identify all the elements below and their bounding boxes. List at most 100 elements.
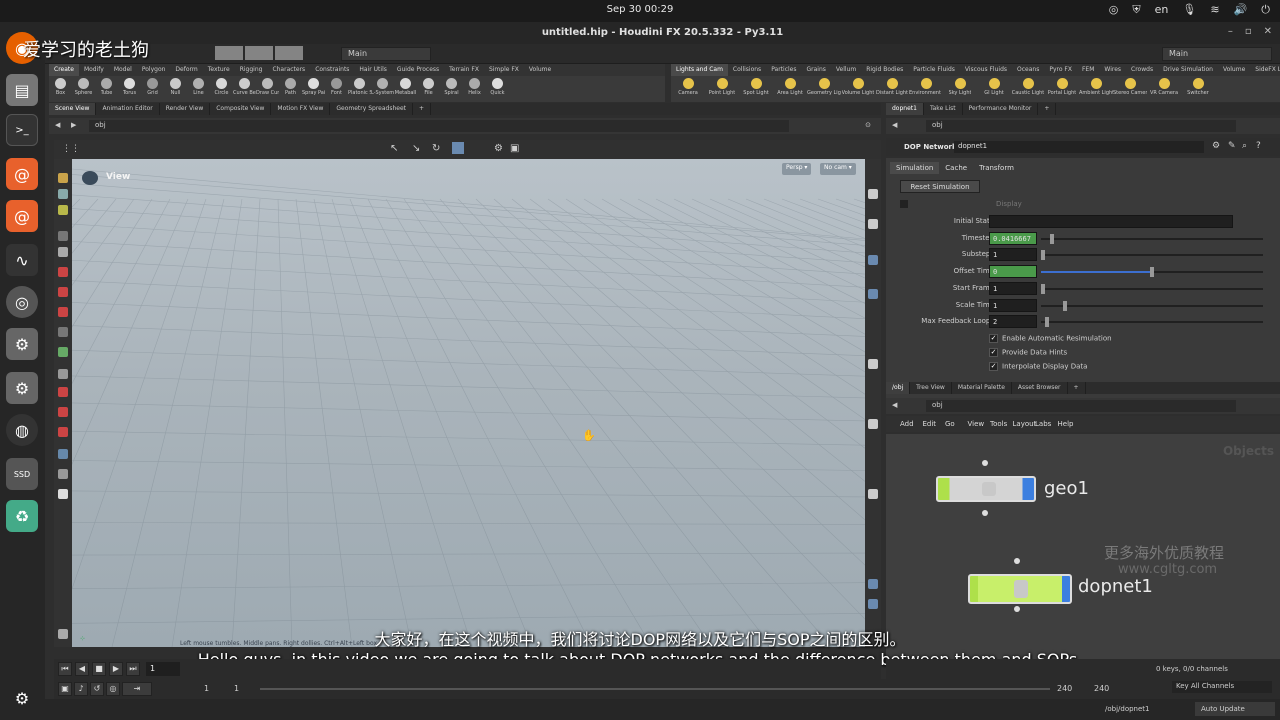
display-checkbox[interactable] bbox=[900, 200, 908, 208]
param-slider-timestep[interactable] bbox=[1041, 233, 1263, 244]
params-back-icon[interactable]: ◀ bbox=[892, 121, 897, 129]
pane-tab-performance-monitor[interactable]: Performance Monitor bbox=[963, 103, 1039, 115]
shelf-tab-modify[interactable]: Modify bbox=[79, 64, 109, 76]
grid-menu-icon[interactable]: ⋮⋮ bbox=[62, 144, 80, 154]
tool-line[interactable]: Line bbox=[187, 76, 210, 102]
help-icon[interactable]: ? bbox=[1256, 141, 1261, 151]
shelf-tab-hair-utils[interactable]: Hair Utils bbox=[354, 64, 391, 76]
loop-button[interactable]: ↺ bbox=[90, 682, 104, 696]
shelf-tab-polygon[interactable]: Polygon bbox=[137, 64, 171, 76]
camera-menu[interactable]: No cam ▾ bbox=[820, 163, 856, 175]
play-reverse-button[interactable]: ◀ bbox=[75, 662, 89, 676]
minimize-icon[interactable]: – bbox=[1228, 26, 1233, 37]
geo1-node[interactable] bbox=[936, 476, 1036, 502]
shelf-tab-volume[interactable]: Volume bbox=[524, 64, 556, 76]
shield-icon[interactable]: ⛨ bbox=[1132, 3, 1140, 17]
bone-icon[interactable] bbox=[58, 449, 68, 459]
slider-knob[interactable] bbox=[1062, 300, 1067, 311]
shelf-tab-rigid-bodies[interactable]: Rigid Bodies bbox=[861, 64, 908, 76]
shelf-tab-texture[interactable]: Texture bbox=[203, 64, 235, 76]
eye-icon[interactable] bbox=[58, 629, 68, 639]
select-mode-icon[interactable] bbox=[58, 189, 68, 199]
display-icon[interactable] bbox=[868, 189, 878, 199]
magnet-icon[interactable] bbox=[58, 287, 68, 297]
param-value-scale-time[interactable]: 1 bbox=[989, 298, 1037, 312]
tool-quick[interactable]: Quick bbox=[486, 76, 509, 102]
snapshot-icon[interactable]: ▣ bbox=[510, 143, 519, 154]
shelf-tab-grains[interactable]: Grains bbox=[801, 64, 830, 76]
tool-tube[interactable]: Tube bbox=[95, 76, 118, 102]
param-slider-scale-time[interactable] bbox=[1041, 300, 1263, 311]
geo1-output-dot[interactable] bbox=[982, 510, 988, 516]
shelf-tab-rigging[interactable]: Rigging bbox=[235, 64, 268, 76]
subtab-simulation[interactable]: Simulation bbox=[890, 162, 940, 174]
geo-view-icon[interactable] bbox=[868, 599, 878, 609]
camera-icon[interactable]: ⚙ bbox=[494, 143, 503, 154]
tool-helix[interactable]: Helix bbox=[463, 76, 486, 102]
menu-go[interactable]: Go bbox=[945, 420, 955, 428]
obs-icon[interactable]: ◍ bbox=[6, 414, 38, 446]
pane-tab-dopnet1[interactable]: dopnet1 bbox=[886, 103, 924, 115]
tool-distant-light[interactable]: Distant Light bbox=[875, 76, 909, 102]
checkbox-interpolate-display-data[interactable]: ✓ Interpolate Display Data bbox=[989, 362, 1087, 371]
maximize-icon[interactable]: ▫ bbox=[1245, 26, 1252, 37]
subtab-transform[interactable]: Transform bbox=[973, 162, 1020, 174]
param-slider-substeps[interactable] bbox=[1041, 250, 1263, 261]
audio-button[interactable]: ♪ bbox=[74, 682, 88, 696]
volume-icon[interactable]: 🔊 bbox=[1234, 3, 1248, 17]
shelf-tab-drive-simulation[interactable]: Drive Simulation bbox=[1158, 64, 1218, 76]
key-all-channels-dropdown[interactable]: Key All Channels bbox=[1172, 681, 1272, 693]
param-value-substeps[interactable]: 1 bbox=[989, 248, 1037, 262]
tool-area-light[interactable]: Area Light bbox=[773, 76, 807, 102]
language-indicator[interactable]: en bbox=[1155, 3, 1169, 17]
shelf-tab-create[interactable]: Create bbox=[49, 64, 79, 76]
tool-stereo-camera[interactable]: Stereo Camera bbox=[1113, 76, 1147, 102]
stop-button[interactable]: ■ bbox=[92, 662, 106, 676]
ghost-icon[interactable] bbox=[868, 359, 878, 369]
tool-ambient-light[interactable]: Ambient Light bbox=[1079, 76, 1113, 102]
reset-simulation-button[interactable]: Reset Simulation bbox=[900, 180, 980, 193]
shelf-tab-particles[interactable]: Particles bbox=[766, 64, 801, 76]
geo1-label[interactable]: geo1 bbox=[1044, 478, 1089, 499]
param-slider-max-feedback-loops[interactable] bbox=[1041, 317, 1263, 328]
trash-icon[interactable]: ♻ bbox=[6, 500, 38, 532]
curve-icon[interactable] bbox=[58, 407, 68, 417]
slider-knob[interactable] bbox=[1041, 250, 1045, 261]
tool-metaball[interactable]: Metaball bbox=[394, 76, 417, 102]
pointer-icon[interactable] bbox=[58, 231, 68, 241]
power-icon[interactable]: ⏻ bbox=[1261, 3, 1270, 17]
pin-icon[interactable]: ⊙ bbox=[865, 121, 871, 129]
wireframe-icon[interactable] bbox=[868, 255, 878, 265]
shelf-tab-volume[interactable]: Volume bbox=[1218, 64, 1250, 76]
back-arrow-icon[interactable]: ◀ bbox=[55, 121, 60, 129]
shelf-tab-crowds[interactable]: Crowds bbox=[1126, 64, 1158, 76]
sim-button[interactable]: ▣ bbox=[58, 682, 72, 696]
tool-sphere[interactable]: Sphere bbox=[72, 76, 95, 102]
menu-view[interactable]: View bbox=[968, 420, 985, 428]
pane-tab-geometry-spreadsheet[interactable]: Geometry Spreadsheet bbox=[330, 103, 413, 115]
dopnet1-node[interactable] bbox=[968, 574, 1072, 604]
shelf-tab-particle-fluids[interactable]: Particle Fluids bbox=[908, 64, 960, 76]
system-tray[interactable]: ◎ ⛨ en 🎙 ≋ 🔊 ⏻ bbox=[1109, 3, 1270, 17]
network-back-icon[interactable]: ◀ bbox=[892, 401, 897, 409]
magnet-alt-icon[interactable] bbox=[58, 427, 68, 437]
tool-box[interactable]: Box bbox=[49, 76, 72, 102]
tool-environment-light[interactable]: Environment Light bbox=[909, 76, 943, 102]
gear-icon[interactable]: ⚙ bbox=[1212, 141, 1220, 151]
pane-tab-composite-view[interactable]: Composite View bbox=[210, 103, 272, 115]
checkbox-enable-automatic-resimulation[interactable]: ✓ Enable Automatic Resimulation bbox=[989, 334, 1112, 343]
menu-layout[interactable]: Layout bbox=[1013, 420, 1037, 428]
shelf-tab-constraints[interactable]: Constraints bbox=[310, 64, 354, 76]
last-frame-button[interactable]: ⏭ bbox=[126, 662, 140, 676]
pane-tab-animation-editor[interactable]: Animation Editor bbox=[96, 103, 160, 115]
param-value-offset-time[interactable]: 0 bbox=[989, 265, 1037, 279]
houdini-fx-icon[interactable]: @ bbox=[6, 200, 38, 232]
menu-help[interactable]: Help bbox=[1058, 420, 1074, 428]
disk-icon[interactable]: ◎ bbox=[6, 286, 38, 318]
pane-tab-asset-browser[interactable]: Asset Browser bbox=[1012, 382, 1068, 394]
playback-start[interactable]: 1 bbox=[234, 684, 239, 693]
add-tab-icon[interactable]: + bbox=[1038, 103, 1057, 115]
tool-file[interactable]: File bbox=[417, 76, 440, 102]
tool-circle[interactable]: Circle bbox=[210, 76, 233, 102]
range-start[interactable]: 1 bbox=[204, 684, 209, 693]
